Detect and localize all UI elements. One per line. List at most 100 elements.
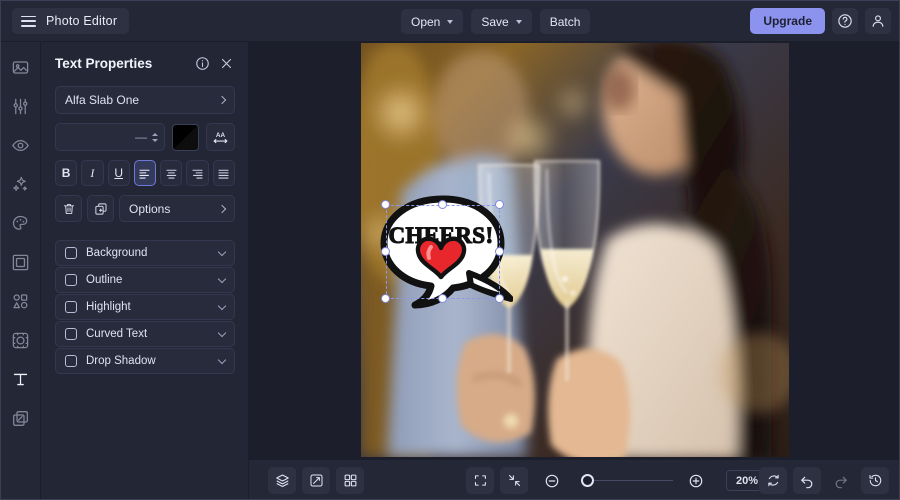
italic-label: I: [90, 165, 95, 180]
batch-button[interactable]: Batch: [539, 9, 591, 34]
shapes-icon: [13, 294, 28, 309]
resize-handle-top-left[interactable]: [381, 200, 390, 209]
rail-item-layers[interactable]: [7, 406, 35, 431]
align-justify-button[interactable]: [212, 160, 235, 186]
chevron-down-icon: [447, 19, 454, 24]
redo-icon: [835, 476, 847, 488]
underline-button[interactable]: U: [107, 160, 130, 186]
curved-text-checkbox[interactable]: [65, 328, 77, 340]
toggle-outline[interactable]: Outline: [55, 267, 235, 293]
resize-handle-bottom-left[interactable]: [381, 294, 390, 303]
rail-item-color[interactable]: [7, 211, 35, 236]
upgrade-button[interactable]: Upgrade: [750, 8, 825, 34]
compare-button[interactable]: [302, 467, 330, 494]
zoom-slider-knob[interactable]: [581, 473, 594, 487]
toggle-curved-text[interactable]: Curved Text: [55, 321, 235, 347]
reset-button[interactable]: [759, 467, 787, 494]
background-checkbox[interactable]: [65, 247, 77, 259]
layers-icon: [275, 474, 289, 487]
drop-shadow-label: Drop Shadow: [86, 355, 156, 367]
compare-icon: [310, 474, 323, 487]
save-button[interactable]: Save: [471, 9, 532, 34]
resize-handle-top-center[interactable]: [438, 200, 447, 209]
resize-handle-bottom-center[interactable]: [438, 294, 447, 303]
resize-handle-bottom-right[interactable]: [495, 294, 504, 303]
chevron-down-icon: [217, 328, 227, 337]
align-center-button[interactable]: [160, 160, 183, 186]
undo-button[interactable]: [793, 467, 821, 494]
rail-item-retouch[interactable]: [7, 133, 35, 158]
font-size-stepper[interactable]: [152, 132, 158, 142]
toggle-highlight[interactable]: Highlight: [55, 294, 235, 320]
zoom-out-button[interactable]: [538, 467, 566, 494]
panel-title: Text Properties: [55, 55, 153, 71]
duplicate-text-button[interactable]: [87, 195, 114, 222]
open-button[interactable]: Open: [401, 9, 464, 34]
rail-item-frames[interactable]: [7, 250, 35, 275]
chevron-right-icon: [217, 95, 227, 105]
help-button[interactable]: [832, 8, 858, 34]
align-justify-icon: [218, 169, 229, 179]
font-size-input[interactable]: —: [55, 123, 165, 151]
app-menu-button[interactable]: Photo Editor: [12, 8, 130, 34]
upgrade-label: Upgrade: [763, 14, 812, 28]
resize-handle-middle-right[interactable]: [495, 247, 504, 256]
rail-item-text[interactable]: [7, 367, 35, 392]
top-toolbar: Photo Editor Open Save Batch Upgrade: [1, 1, 899, 42]
letter-spacing-button[interactable]: AA: [206, 123, 235, 151]
panel-close-button[interactable]: [217, 54, 235, 72]
resize-handle-middle-left[interactable]: [381, 247, 390, 256]
bold-button[interactable]: B: [55, 160, 78, 186]
stepper-up-icon: [152, 132, 158, 136]
rail-item-image[interactable]: [7, 55, 35, 80]
selection-bounding-box: [386, 205, 500, 299]
text-color-swatch[interactable]: [172, 123, 199, 151]
rail-item-elements[interactable]: [7, 289, 35, 314]
align-center-icon: [166, 169, 177, 179]
selected-text-object[interactable]: CHEERS!: [380, 195, 513, 309]
grid-button[interactable]: [336, 467, 364, 494]
resize-handle-top-right[interactable]: [495, 200, 504, 209]
palette-icon: [12, 215, 28, 230]
layers-button[interactable]: [268, 467, 296, 494]
delete-text-button[interactable]: [55, 195, 82, 222]
font-family-select[interactable]: Alfa Slab One: [55, 86, 235, 114]
chevron-down-icon: [217, 355, 227, 364]
bold-label: B: [61, 166, 71, 180]
account-button[interactable]: [865, 8, 891, 34]
outline-checkbox[interactable]: [65, 274, 77, 286]
drop-shadow-checkbox[interactable]: [65, 355, 77, 367]
svg-text:AA: AA: [216, 131, 226, 138]
zoom-slider[interactable]: [581, 473, 673, 488]
layers-duplicate-icon: [13, 411, 28, 426]
panel-info-button[interactable]: [193, 54, 211, 72]
tool-rail: [1, 42, 41, 499]
top-toolbar-right: Upgrade: [750, 8, 891, 34]
curved-text-label: Curved Text: [86, 328, 148, 340]
align-left-button[interactable]: [133, 160, 157, 186]
photo-canvas[interactable]: CHEERS!: [361, 43, 789, 457]
trash-icon: [63, 203, 74, 214]
toggle-drop-shadow[interactable]: Drop Shadow: [55, 348, 235, 374]
redo-button[interactable]: [827, 467, 855, 494]
rail-item-overlays[interactable]: [7, 328, 35, 353]
history-button[interactable]: [861, 467, 889, 494]
chevron-down-icon: [217, 247, 227, 256]
toggle-background[interactable]: Background: [55, 240, 235, 266]
fit-screen-button[interactable]: [466, 467, 494, 494]
align-right-button[interactable]: [186, 160, 209, 186]
highlight-checkbox[interactable]: [65, 301, 77, 313]
rail-item-effects[interactable]: [7, 172, 35, 197]
top-toolbar-center: Open Save Batch: [401, 9, 591, 34]
undo-icon: [801, 476, 813, 488]
italic-button[interactable]: I: [81, 160, 104, 186]
rail-item-adjust[interactable]: [7, 94, 35, 119]
zoom-in-button[interactable]: [682, 467, 710, 494]
canvas-area[interactable]: CHEERS!: [249, 42, 899, 459]
help-circle-icon: [838, 14, 852, 28]
reset-icon: [767, 474, 779, 487]
options-label: Options: [129, 201, 171, 216]
text-options-button[interactable]: Options: [119, 195, 235, 222]
shrink-button[interactable]: [500, 467, 528, 494]
stepper-down-icon: [152, 138, 158, 142]
